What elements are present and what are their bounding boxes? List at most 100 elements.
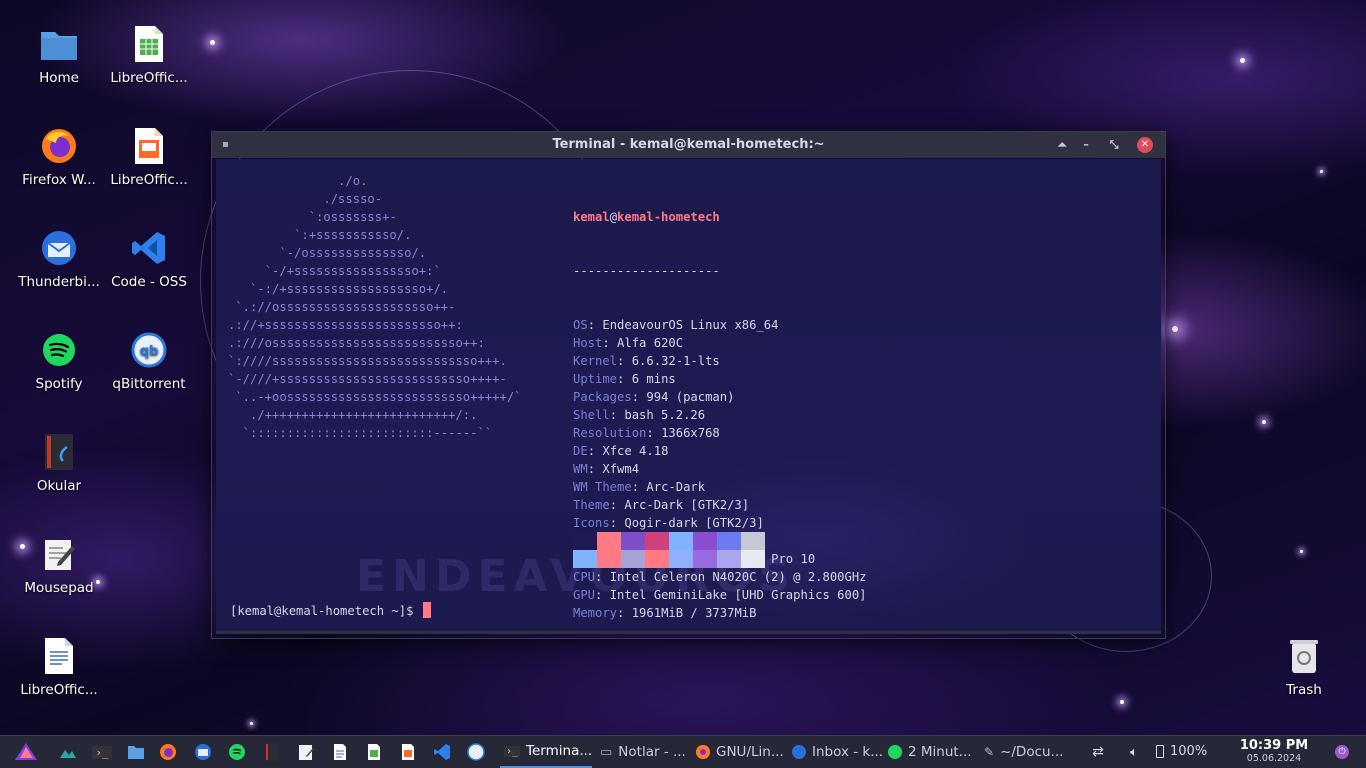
username: kemal <box>573 210 610 224</box>
task-spotify[interactable]: 2 Minut... <box>884 736 984 768</box>
info-value: 6.6.32-1-lts <box>631 354 720 368</box>
desktop-icon-libreoffice-impress[interactable]: LibreOffic... <box>103 126 195 188</box>
task-firefox[interactable]: GNU/Lin... <box>692 736 792 768</box>
launcher-writer[interactable] <box>330 742 350 762</box>
close-button[interactable]: ✕ <box>1137 137 1153 153</box>
whisker-menu-button[interactable] <box>14 742 38 762</box>
launcher-terminal[interactable]: ›_ <box>92 742 112 762</box>
terminal-icon: ›_ <box>504 745 521 757</box>
desktop-icon <box>60 750 76 758</box>
battery-indicator[interactable]: 100% <box>1156 744 1207 759</box>
desktop-icon-spotify[interactable]: Spotify <box>13 330 105 392</box>
color-block <box>621 550 645 568</box>
calc-icon <box>368 744 380 760</box>
color-block <box>741 550 765 568</box>
info-line: Resolution: 1366x768 <box>573 426 720 440</box>
color-block <box>573 550 597 568</box>
launcher-qbittorrent[interactable] <box>466 742 486 762</box>
info-line: Host: Alfa 620C <box>573 336 684 350</box>
info-line: Kernel: 6.6.32-1-lts <box>573 354 720 368</box>
clock-date: 05.06.2024 <box>1246 753 1302 764</box>
desktop-icon-qbittorrent[interactable]: qb qBittorrent <box>103 330 195 392</box>
info-value: bash 5.2.26 <box>624 408 706 422</box>
info-key: Kernel <box>573 354 618 368</box>
info-key: OS <box>573 318 588 332</box>
info-key: Shell <box>573 408 610 422</box>
mousepad-icon: ✎ <box>984 745 995 759</box>
folder-icon <box>128 746 144 759</box>
spotify-icon <box>39 330 79 370</box>
qbittorrent-icon <box>467 743 485 761</box>
desktop-icon-label: LibreOffic... <box>110 70 188 86</box>
desktop-icon-home[interactable]: Home <box>13 24 105 86</box>
desktop-icon-label: Spotify <box>35 376 83 392</box>
launcher-impress[interactable] <box>398 742 418 762</box>
desktop-icon-code-oss[interactable]: Code - OSS <box>103 228 195 290</box>
desktop-icon-trash[interactable]: Trash <box>1258 636 1350 698</box>
writer-icon <box>334 744 346 760</box>
impress-icon <box>402 744 414 760</box>
info-key: Theme <box>573 498 610 512</box>
launcher-mousepad[interactable] <box>296 742 316 762</box>
window-titlebar[interactable]: ▪ Terminal - kemal@kemal-hometech:~ ⏶ – … <box>212 132 1165 158</box>
launcher-spotify[interactable] <box>227 742 247 762</box>
battery-icon <box>1156 745 1164 758</box>
info-line: DE: Xfce 4.18 <box>573 444 669 458</box>
network-indicator[interactable]: ⇄ <box>1088 742 1108 762</box>
info-value: Arc-Dark <box>646 480 706 494</box>
color-block <box>645 550 669 568</box>
task-label: Termina... <box>526 743 592 759</box>
color-block <box>741 532 765 550</box>
show-desktop-button[interactable] <box>58 742 78 762</box>
info-key: Memory <box>573 606 618 620</box>
session-menu-button[interactable]: ⏻ <box>1332 742 1352 762</box>
shade-button[interactable]: ⏶ <box>1054 137 1070 153</box>
launcher-calc[interactable] <box>364 742 384 762</box>
minimize-button[interactable]: – <box>1078 137 1094 153</box>
okular-icon <box>265 743 279 761</box>
terminal-output[interactable]: ENDEAVOUROS ./o. ./sssso- `:osssssss+- `… <box>216 159 1161 634</box>
desktop-icon-firefox[interactable]: Firefox W... <box>13 126 105 188</box>
impress-icon <box>129 126 169 166</box>
svg-text:qb: qb <box>140 344 159 359</box>
desktop-icon-libreoffice-calc[interactable]: LibreOffic... <box>103 24 195 86</box>
ascii-line: `..-+oosssssssssssssssssssssssso+++++/` <box>228 390 522 404</box>
info-line: Memory: 1961MiB / 3737MiB <box>573 606 757 620</box>
thunderbird-icon <box>195 744 211 760</box>
info-value: Alfa 620C <box>617 336 684 350</box>
launcher-files[interactable] <box>126 742 146 762</box>
launcher-okular[interactable] <box>262 742 282 762</box>
task-notlar[interactable]: ▭ Notlar - ... <box>596 736 696 768</box>
info-line: Icons: Qogir-dark [GTK2/3] <box>573 516 764 530</box>
desktop-icon-thunderbird[interactable]: Thunderbi... <box>13 228 105 290</box>
info-value: Arc-Dark [GTK2/3] <box>624 498 750 512</box>
desktop-icon-libreoffice-writer[interactable]: LibreOffic... <box>13 636 105 698</box>
task-thunderbird[interactable]: Inbox - k... <box>788 736 888 768</box>
info-line: GPU: Intel GeminiLake [UHD Graphics 600] <box>573 588 867 602</box>
volume-indicator[interactable]: 🔈︎ <box>1124 742 1144 762</box>
desktop-icon-okular[interactable]: Okular <box>13 432 105 494</box>
ascii-line: ./sssso- <box>228 192 383 206</box>
info-value: Qogir-dark [GTK2/3] <box>624 516 764 530</box>
ascii-line: `-/ossssssssssssso/. <box>228 246 427 260</box>
vscode-icon <box>129 228 169 268</box>
info-value: 1961MiB / 3737MiB <box>631 606 757 620</box>
launcher-firefox[interactable] <box>158 742 178 762</box>
clock[interactable]: 10:39 PM 05.06.2024 <box>1234 738 1314 764</box>
shell-prompt[interactable]: [kemal@kemal-hometech ~]$ <box>230 602 431 618</box>
desktop-icon-label: LibreOffic... <box>20 682 98 698</box>
desktop-icon-label: Trash <box>1286 682 1322 698</box>
maximize-button[interactable]: ⤡ <box>1106 137 1122 153</box>
task-mousepad[interactable]: ✎ ~/Docu... <box>980 736 1080 768</box>
desktop-icon-mousepad[interactable]: Mousepad <box>13 534 105 596</box>
terminal-window[interactable]: ▪ Terminal - kemal@kemal-hometech:~ ⏶ – … <box>211 131 1166 639</box>
info-key: WM <box>573 462 588 476</box>
info-value: 6 mins <box>631 372 676 386</box>
launcher-vscode[interactable] <box>432 742 452 762</box>
text-cursor <box>422 602 431 618</box>
color-block <box>597 550 621 568</box>
launcher-thunderbird[interactable] <box>193 742 213 762</box>
desktop-icon-label: qBittorrent <box>112 376 186 392</box>
writer-icon <box>39 636 79 676</box>
task-terminal[interactable]: ›_ Termina... <box>500 736 592 768</box>
